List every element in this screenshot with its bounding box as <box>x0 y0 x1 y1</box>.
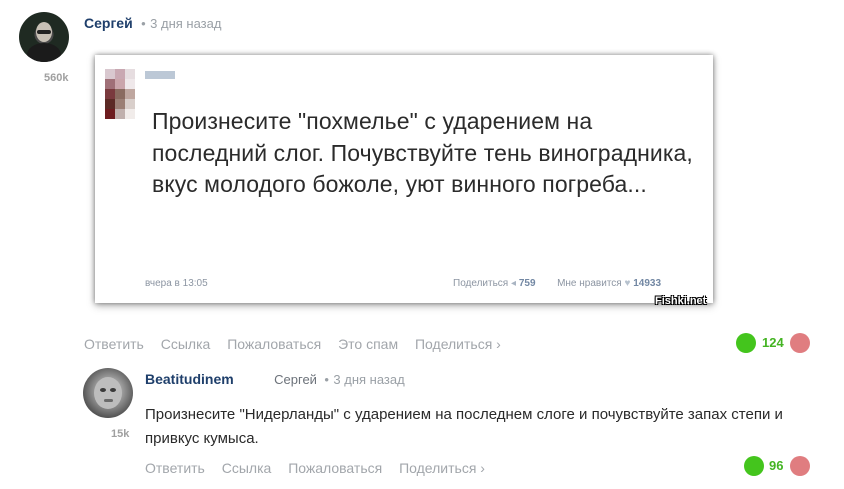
author-name[interactable]: Сергей <box>84 15 133 31</box>
comment-actions: Ответить Ссылка Пожаловаться Поделиться … <box>145 460 498 476</box>
share-link[interactable]: Поделиться › <box>415 336 501 352</box>
comment-header: Сергей • 3 дня назад <box>84 15 221 33</box>
vote-up-button[interactable] <box>744 456 764 476</box>
permalink-link[interactable]: Ссылка <box>222 460 272 476</box>
vote-up-button[interactable] <box>736 333 756 353</box>
image-date: вчера в 13:05 <box>145 278 208 289</box>
heart-icon: ♥ <box>624 278 631 289</box>
likes-count: 14933 <box>633 278 662 289</box>
author-name[interactable]: Beatitudinem <box>145 371 234 387</box>
reply-link[interactable]: Ответить <box>145 460 205 476</box>
reply-to-user[interactable]: Сергей <box>274 372 317 387</box>
comment-score: 124 <box>762 335 784 350</box>
separator-dot: • <box>141 16 146 31</box>
avatar[interactable] <box>83 368 133 418</box>
vote-down-button[interactable] <box>790 333 810 353</box>
reply-link[interactable]: Ответить <box>84 336 144 352</box>
permalink-link[interactable]: Ссылка <box>161 336 211 352</box>
report-link[interactable]: Пожаловаться <box>227 336 321 352</box>
comment-header: Beatitudinem Сергей • 3 дня назад <box>145 371 405 389</box>
image-stats: Поделиться ◂ 759 Мне нравится ♥ 14933 <box>453 278 661 289</box>
comment-score: 96 <box>769 458 784 473</box>
share-label: Поделиться <box>453 278 509 289</box>
megaphone-icon: ◂ <box>511 278 517 289</box>
vote-down-button[interactable] <box>790 456 810 476</box>
share-link[interactable]: Поделиться › <box>399 460 485 476</box>
spam-link[interactable]: Это спам <box>338 336 398 352</box>
share-count: 759 <box>518 278 536 289</box>
report-link[interactable]: Пожаловаться <box>288 460 382 476</box>
user-rating: 15k <box>111 428 130 440</box>
comment-actions: Ответить Ссылка Пожаловаться Это спам По… <box>84 336 514 352</box>
separator-dot: • <box>324 372 329 387</box>
comment-text: Произнесите "Нидерланды" с ударением на … <box>145 406 783 447</box>
avatar[interactable] <box>19 12 69 62</box>
watermark: Fishki.net <box>655 295 707 307</box>
timestamp[interactable]: 3 дня назад <box>150 16 221 31</box>
image-quote: Произнесите "похмелье" с ударением на по… <box>152 108 693 197</box>
likes-label: Мне нравится <box>557 278 622 289</box>
timestamp[interactable]: 3 дня назад <box>333 372 404 387</box>
user-rating: 560k <box>44 72 69 84</box>
